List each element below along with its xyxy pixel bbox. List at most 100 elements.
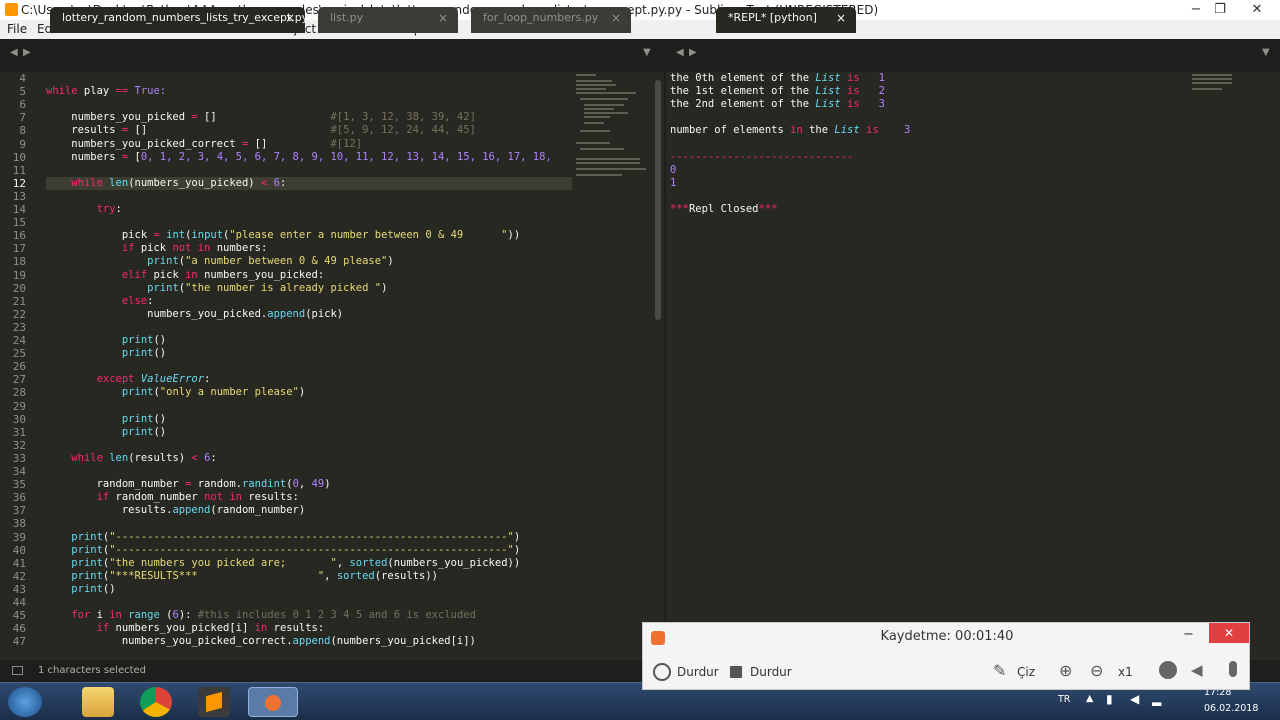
zoom-in-icon[interactable]: ⊕: [1059, 661, 1072, 680]
line-number: 12: [12, 176, 26, 190]
tab-dropdown-icon[interactable]: ▼: [643, 47, 651, 58]
maximize-button[interactable]: ❐: [1208, 0, 1232, 20]
line-number: 23: [12, 320, 26, 334]
line-number: 13: [12, 189, 26, 203]
line-number: 21: [12, 294, 26, 308]
stop-icon[interactable]: [730, 666, 742, 678]
tab-close-icon[interactable]: ×: [611, 7, 621, 29]
line-number: 6: [19, 98, 26, 112]
speaker-icon[interactable]: ◀: [1191, 661, 1203, 679]
line-number: 16: [12, 229, 26, 243]
stop-button[interactable]: Durdur: [750, 665, 792, 679]
line-number: 29: [12, 399, 26, 413]
draw-button[interactable]: Çiz: [1017, 665, 1035, 679]
line-number: 4: [19, 72, 26, 85]
tab-list-py[interactable]: list.py ×: [318, 7, 458, 33]
tab-close-icon[interactable]: ×: [836, 7, 846, 29]
code-line-9: numbers_you_picked_correct = [] #[12]: [46, 137, 363, 150]
code-line-41: print("the numbers you picked are; ", so…: [71, 556, 521, 569]
chrome-icon[interactable]: [140, 687, 172, 717]
webcam-icon[interactable]: [1159, 661, 1177, 679]
editor-scrollbar[interactable]: [655, 80, 661, 320]
tab-dropdown-icon-right[interactable]: ▼: [1262, 47, 1270, 58]
sublime-app-icon: [5, 3, 18, 16]
clock-date[interactable]: 06.02.2018: [1204, 703, 1258, 714]
repl-line: ***Repl Closed***: [670, 203, 778, 215]
start-button-icon[interactable]: [8, 687, 42, 717]
code-line-14: try:: [96, 203, 122, 215]
tab-repl-python[interactable]: *REPL* [python] ×: [716, 7, 856, 33]
code-line-25: print(): [121, 347, 167, 360]
line-number: 14: [12, 203, 26, 216]
code-line-40: print("---------------------------------…: [71, 543, 521, 556]
tab-close-icon[interactable]: ×: [285, 7, 295, 29]
repl-output[interactable]: the 0th element of the List is 1 the 1st…: [670, 72, 1190, 632]
code-line-7: numbers_you_picked = [] #[1, 3, 12, 38, …: [46, 111, 476, 124]
code-line-16: pick = int(input("please enter a number …: [46, 229, 521, 242]
recorder-minimize-button[interactable]: −: [1183, 627, 1194, 642]
line-number: 5: [19, 85, 26, 99]
tray-arrow-icon[interactable]: ▲: [1086, 693, 1093, 704]
minimap[interactable]: [572, 72, 654, 650]
code-editor[interactable]: while play == True: numbers_you_picked =…: [46, 72, 572, 650]
line-number: 24: [12, 334, 26, 347]
line-number: 40: [12, 543, 26, 557]
line-number: 8: [19, 124, 26, 138]
line-number: 42: [12, 569, 26, 583]
line-number-gutter: 4 5 6 7 8 9 10 11 12 13 14 15 16 17 18 19 20 21 22 23 24 25 26…: [0, 72, 30, 650]
line-number: 28: [12, 386, 26, 400]
signal-icon[interactable]: ▂: [1152, 692, 1161, 706]
repl-line: -----------------------------: [670, 150, 854, 163]
line-number: 33: [12, 451, 26, 465]
tab-label: for_loop_numbers.py: [483, 11, 599, 24]
code-line-18: print("a number between 0 & 49 please"): [147, 255, 394, 268]
volume-icon[interactable]: ◀: [1130, 692, 1139, 706]
zoom-level: x1: [1118, 665, 1133, 679]
line-number: 38: [12, 517, 26, 531]
file-explorer-icon[interactable]: [82, 687, 114, 717]
recorder-panel: Kaydetme: 00:01:40 − ✕ Durdur Durdur ✎ Ç…: [642, 622, 1250, 690]
recorder-close-button[interactable]: ✕: [1209, 623, 1249, 643]
screen-recorder-icon[interactable]: [248, 687, 298, 717]
tab-lottery-file[interactable]: lottery_random_numbers_lists_try_except.…: [50, 7, 324, 33]
line-number: 36: [12, 491, 26, 505]
close-window-button[interactable]: ✕: [1245, 0, 1269, 20]
line-number: 15: [12, 216, 26, 230]
line-number: 43: [12, 582, 26, 596]
code-line-42: print("***RESULTS*** ", sorted(results)): [71, 569, 438, 582]
code-line-37: results.append(random_number): [46, 504, 306, 517]
code-line-24: print(): [121, 334, 167, 346]
code-line-30: print(): [121, 412, 167, 425]
line-number: 30: [12, 412, 26, 426]
code-line-22: numbers_you_picked.append(pick): [46, 307, 344, 320]
code-line-46: if numbers_you_picked[i] in results:: [96, 622, 325, 635]
line-number: 10: [12, 150, 26, 164]
line-number: 20: [12, 281, 26, 295]
tab-forward-arrow-icon-right[interactable]: ▶: [689, 47, 697, 58]
line-number: 7: [19, 111, 26, 125]
pause-button[interactable]: Durdur: [677, 665, 719, 679]
repl-line: 0: [670, 163, 677, 176]
microphone-icon[interactable]: [1229, 661, 1237, 677]
code-line-20: print("the number is already picked "): [147, 281, 388, 294]
network-icon[interactable]: ▮: [1106, 692, 1113, 706]
code-line-28: print("only a number please"): [121, 386, 306, 399]
tab-close-icon[interactable]: ×: [438, 7, 448, 29]
line-number: 46: [12, 622, 26, 636]
pane-splitter[interactable]: [664, 72, 666, 650]
pause-icon[interactable]: [653, 663, 671, 681]
repl-minimap[interactable]: [1190, 72, 1260, 112]
minimize-button[interactable]: −: [1184, 0, 1208, 20]
line-number: 39: [12, 530, 26, 544]
tab-for-loop-numbers[interactable]: for_loop_numbers.py ×: [471, 7, 631, 33]
panel-toggle-icon[interactable]: [12, 666, 23, 675]
tab-back-arrow-icon-right[interactable]: ◀: [676, 47, 684, 58]
input-language[interactable]: TR: [1058, 694, 1070, 705]
sublime-text-icon[interactable]: [198, 687, 230, 717]
tab-forward-arrow-icon[interactable]: ▶: [23, 47, 31, 58]
pencil-icon[interactable]: ✎: [993, 661, 1006, 680]
menu-file[interactable]: File: [7, 20, 27, 39]
line-number: 26: [12, 360, 26, 374]
zoom-out-icon[interactable]: ⊖: [1090, 661, 1103, 680]
tab-back-arrow-icon[interactable]: ◀: [10, 47, 18, 58]
